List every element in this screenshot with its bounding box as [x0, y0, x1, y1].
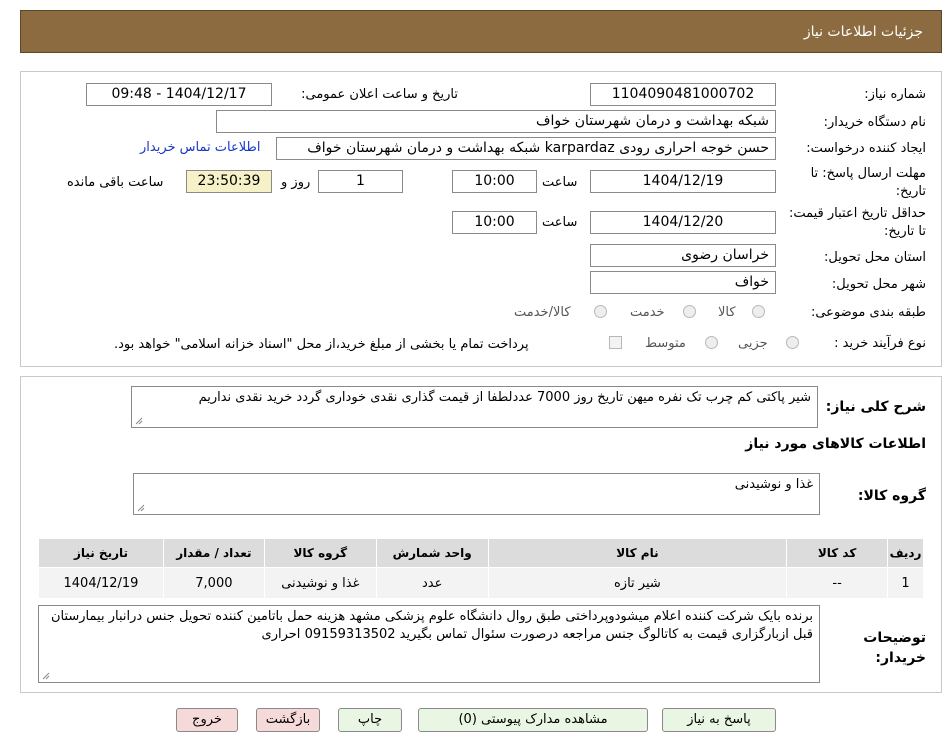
- summary-label: شرح کلی نیاز:: [825, 399, 926, 415]
- price-validity-time-field[interactable]: 10:00: [452, 211, 537, 234]
- resize-grip-icon[interactable]: [42, 672, 50, 680]
- buyer-notes-label: توضیحات خریدار:: [863, 630, 926, 666]
- cell-item-name: شیر تازه: [487, 567, 788, 599]
- col-header-row-number: ردیف: [887, 538, 924, 568]
- table-header-row: ردیف کد کالا نام کالا واحد شمارش گروه کا…: [38, 538, 924, 568]
- cell-quantity: 7,000: [162, 567, 265, 599]
- buyer-notes-textarea[interactable]: برنده بایک شرکت کننده اعلام میشودوپرداخت…: [38, 605, 820, 683]
- print-button[interactable]: چاپ: [338, 708, 402, 732]
- page-header: جزئیات اطلاعات نیاز: [20, 10, 942, 53]
- price-validity-time-label: ساعت: [542, 215, 578, 230]
- goods-group-label: گروه کالا:: [857, 488, 926, 504]
- treasury-payment-checkbox[interactable]: [609, 336, 622, 349]
- goods-section-title: اطلاعات کالاهای مورد نیاز: [745, 436, 926, 452]
- col-header-item-code: کد کالا: [786, 538, 889, 568]
- cell-unit: عدد: [375, 567, 489, 599]
- buyer-org-label: نام دستگاه خریدار:: [823, 115, 926, 130]
- goods-group-text: غذا و نوشیدنی: [734, 477, 813, 492]
- cell-need-date: 1404/12/19: [38, 567, 164, 599]
- purchase-minor-label: جزیی: [738, 336, 768, 351]
- buyer-notes-text: برنده بایک شرکت کننده اعلام میشودوپرداخت…: [50, 609, 813, 642]
- col-header-need-date: تاریخ نیاز: [38, 538, 164, 568]
- buyer-org-field[interactable]: شبکه بهداشت و درمان شهرستان خواف: [216, 110, 776, 133]
- days-label: روز و: [281, 175, 311, 190]
- summary-text: شیر پاکتی کم چرب تک نفره میهن تاریخ روز …: [198, 390, 811, 405]
- cell-group: غذا و نوشیدنی: [263, 567, 377, 599]
- category-service-label: خدمت: [630, 305, 665, 320]
- price-validity-label: حداقل تاریخ اعتبار قیمت: تا تاریخ:: [788, 206, 926, 239]
- reply-deadline-date-field[interactable]: 1404/12/19: [590, 170, 776, 193]
- category-goods-service-label: کالا/خدمت: [514, 305, 571, 320]
- city-field[interactable]: خواف: [590, 271, 776, 294]
- category-service-radio[interactable]: [683, 305, 696, 318]
- exit-button[interactable]: خروج: [176, 708, 238, 732]
- reply-button[interactable]: پاسخ به نیاز: [662, 708, 776, 732]
- category-goods-label: کالا: [718, 305, 736, 320]
- announce-datetime-label: تاریخ و ساعت اعلان عمومی:: [301, 87, 458, 102]
- attachments-button[interactable]: مشاهده مدارک پیوستی (0): [418, 708, 648, 732]
- resize-grip-icon[interactable]: [135, 417, 143, 425]
- cell-row-number: 1: [887, 567, 924, 599]
- page-title: جزئیات اطلاعات نیاز: [803, 24, 923, 40]
- summary-textarea[interactable]: شیر پاکتی کم چرب تک نفره میهن تاریخ روز …: [131, 386, 818, 428]
- treasury-payment-note: پرداخت تمام یا بخشی از مبلغ خرید،از محل …: [114, 337, 529, 352]
- back-button[interactable]: بازگشت: [256, 708, 320, 732]
- reply-deadline-time-field[interactable]: 10:00: [452, 170, 537, 193]
- need-number-field[interactable]: 1104090481000702: [590, 83, 776, 106]
- price-validity-date-field[interactable]: 1404/12/20: [590, 211, 776, 234]
- cell-item-code: --: [786, 567, 889, 599]
- announce-datetime-field[interactable]: 1404/12/17 - 09:48: [86, 83, 272, 106]
- col-header-item-name: نام کالا: [487, 538, 788, 568]
- city-label: شهر محل تحویل:: [831, 277, 926, 292]
- reply-days-field[interactable]: 1: [318, 170, 403, 193]
- resize-grip-icon[interactable]: [137, 504, 145, 512]
- col-header-unit: واحد شمارش: [375, 538, 489, 568]
- requester-label: ایجاد کننده درخواست:: [806, 141, 926, 156]
- reply-deadline-time-label: ساعت: [542, 175, 578, 190]
- buyer-contact-link[interactable]: اطلاعات تماس خریدار: [140, 140, 260, 155]
- goods-table: ردیف کد کالا نام کالا واحد شمارش گروه کا…: [38, 538, 924, 599]
- remaining-time-label: ساعت باقی مانده: [67, 175, 164, 190]
- category-label: طبقه بندی موضوعی:: [810, 305, 926, 320]
- col-header-quantity: تعداد / مقدار: [162, 538, 265, 568]
- purchase-medium-radio[interactable]: [705, 336, 718, 349]
- purchase-medium-label: متوسط: [645, 336, 686, 351]
- purchase-type-label: نوع فرآیند خرید :: [834, 336, 926, 351]
- requester-field[interactable]: حسن خوجه احراری رودی karpardaz شبکه بهدا…: [276, 137, 776, 160]
- province-field[interactable]: خراسان رضوی: [590, 244, 776, 267]
- province-label: استان محل تحویل:: [824, 250, 926, 265]
- category-goods-radio[interactable]: [752, 305, 765, 318]
- col-header-group: گروه کالا: [263, 538, 377, 568]
- remaining-time-field: 23:50:39: [186, 170, 272, 193]
- goods-group-textarea[interactable]: غذا و نوشیدنی: [133, 473, 820, 515]
- reply-deadline-label: مهلت ارسال پاسخ: تا تاریخ:: [810, 166, 926, 199]
- category-goods-service-radio[interactable]: [594, 305, 607, 318]
- need-number-label: شماره نیاز:: [864, 87, 926, 102]
- table-row[interactable]: 1 -- شیر تازه عدد غذا و نوشیدنی 7,000 14…: [38, 567, 924, 599]
- purchase-minor-radio[interactable]: [786, 336, 799, 349]
